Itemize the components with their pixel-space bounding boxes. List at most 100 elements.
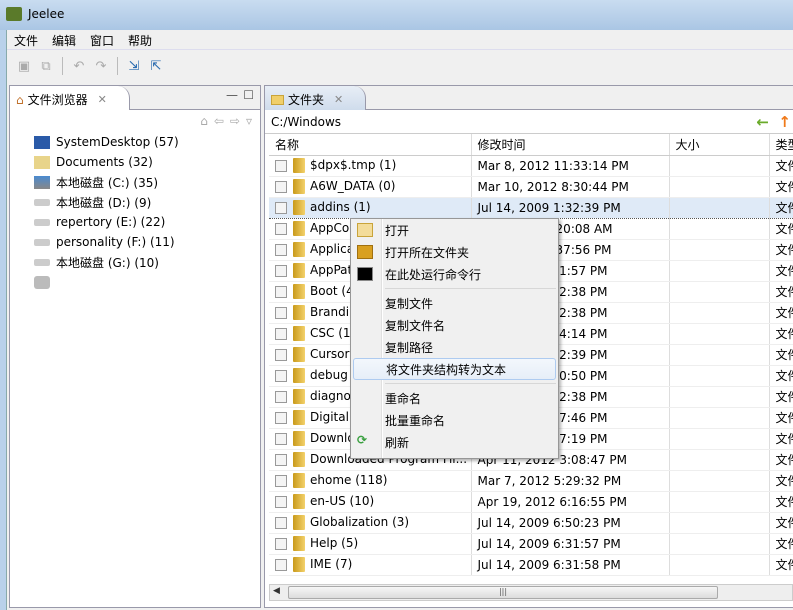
row-checkbox[interactable] bbox=[275, 495, 287, 508]
row-checkbox[interactable] bbox=[275, 537, 287, 550]
file-name: IME (7) bbox=[310, 557, 353, 571]
date-cell: Mar 7, 2012 5:29:32 PM bbox=[471, 470, 670, 492]
type-cell: 文件 bbox=[769, 281, 793, 303]
size-cell bbox=[669, 196, 770, 219]
row-checkbox[interactable] bbox=[275, 222, 287, 235]
tree-item[interactable]: repertory (E:) (22) bbox=[10, 212, 260, 232]
tab-file-browser[interactable]: ⌂ 文件浏览器 ✕ bbox=[10, 86, 130, 110]
save-icon[interactable]: ▣ bbox=[15, 57, 33, 75]
menu-item-copy-path[interactable]: 复制路径 bbox=[351, 336, 558, 358]
folder-icon bbox=[293, 473, 305, 488]
row-checkbox[interactable] bbox=[275, 411, 287, 424]
row-checkbox[interactable] bbox=[275, 474, 287, 487]
size-cell bbox=[669, 218, 770, 240]
table-row[interactable]: Globalization (3) Jul 14, 2009 6:50:23 PM… bbox=[269, 512, 793, 534]
up-arrow-icon[interactable]: ↑ bbox=[778, 113, 791, 131]
name-cell: IME (7) bbox=[269, 554, 472, 576]
table-row[interactable]: IME (7) Jul 14, 2009 6:31:58 PM 文件 bbox=[269, 554, 793, 576]
file-name: ehome (118) bbox=[310, 473, 388, 487]
menu-item-copy-filename[interactable]: 复制文件名 bbox=[351, 314, 558, 336]
tree-item[interactable]: SystemDesktop (57) bbox=[10, 132, 260, 152]
minimize-icon[interactable]: — bbox=[226, 88, 238, 102]
menu-item-cmd[interactable]: 在此处运行命令行 bbox=[351, 263, 558, 285]
row-checkbox[interactable] bbox=[275, 306, 287, 319]
undo-icon[interactable]: ↶ bbox=[70, 57, 88, 75]
close-icon[interactable]: ✕ bbox=[98, 93, 107, 106]
menu-item-open[interactable]: 打开 bbox=[351, 219, 558, 241]
home-nav-icon[interactable]: ⌂ bbox=[200, 114, 208, 128]
row-checkbox[interactable] bbox=[275, 327, 287, 340]
row-checkbox[interactable] bbox=[275, 558, 287, 571]
menu-edit[interactable]: 编辑 bbox=[45, 30, 83, 49]
address-bar: ← ↑ bbox=[265, 110, 793, 134]
import-icon[interactable]: ⇲ bbox=[125, 57, 143, 75]
row-checkbox[interactable] bbox=[275, 243, 287, 256]
horizontal-scrollbar[interactable]: ◀ ||| bbox=[269, 584, 793, 601]
menu-item-copy-file[interactable]: 复制文件 bbox=[351, 292, 558, 314]
menu-file[interactable]: 文件 bbox=[7, 30, 45, 49]
table-row[interactable]: addins (1) Jul 14, 2009 1:32:39 PM 文件 bbox=[269, 196, 793, 219]
back-arrow-icon[interactable]: ← bbox=[756, 113, 769, 131]
close-icon[interactable]: ✕ bbox=[334, 93, 343, 106]
row-checkbox[interactable] bbox=[275, 369, 287, 382]
table-row[interactable]: en-US (10) Apr 19, 2012 6:16:55 PM 文件 bbox=[269, 491, 793, 513]
tree-label: repertory (E:) (22) bbox=[56, 215, 166, 229]
tree-item[interactable]: Documents (32) bbox=[10, 152, 260, 172]
table-row[interactable]: Help (5) Jul 14, 2009 6:31:57 PM 文件 bbox=[269, 533, 793, 555]
column-size[interactable]: 大小 bbox=[669, 134, 770, 156]
row-checkbox[interactable] bbox=[275, 348, 287, 361]
tree-item[interactable]: 本地磁盘 (D:) (9) bbox=[10, 192, 260, 212]
maximize-icon[interactable]: ☐ bbox=[243, 88, 254, 102]
view-menu-icon[interactable]: ▿ bbox=[246, 114, 252, 128]
name-cell: en-US (10) bbox=[269, 491, 472, 513]
column-modified[interactable]: 修改时间 bbox=[471, 134, 670, 156]
type-cell: 文件 bbox=[769, 260, 793, 282]
row-checkbox[interactable] bbox=[275, 180, 287, 193]
save-all-icon[interactable]: ⧉ bbox=[37, 57, 55, 75]
type-cell: 文件 bbox=[769, 239, 793, 261]
type-cell: 文件 bbox=[769, 554, 793, 576]
type-cell: 文件 bbox=[769, 470, 793, 492]
row-checkbox[interactable] bbox=[275, 201, 287, 214]
row-checkbox[interactable] bbox=[275, 432, 287, 445]
tree-label: 本地磁盘 (D:) (9) bbox=[56, 195, 152, 210]
back-icon[interactable]: ⇦ bbox=[214, 114, 224, 128]
export-icon[interactable]: ⇱ bbox=[147, 57, 165, 75]
menu-item-open-containing[interactable]: 打开所在文件夹 bbox=[351, 241, 558, 263]
menu-item-rename[interactable]: 重命名 bbox=[351, 387, 558, 409]
table-row[interactable]: ehome (118) Mar 7, 2012 5:29:32 PM 文件 bbox=[269, 470, 793, 492]
menu-item-batch-rename[interactable]: 批量重命名 bbox=[351, 409, 558, 431]
folder-icon bbox=[293, 263, 305, 278]
forward-icon[interactable]: ⇨ bbox=[230, 114, 240, 128]
path-input[interactable] bbox=[265, 114, 745, 129]
row-checkbox[interactable] bbox=[275, 516, 287, 529]
folder-icon bbox=[293, 452, 305, 467]
column-type[interactable]: 类型 bbox=[769, 134, 793, 156]
size-cell bbox=[669, 449, 770, 471]
tree-item[interactable]: personality (F:) (11) bbox=[10, 232, 260, 252]
tab-folder[interactable]: 文件夹 ✕ bbox=[265, 86, 367, 110]
row-checkbox[interactable] bbox=[275, 264, 287, 277]
row-checkbox[interactable] bbox=[275, 285, 287, 298]
menu-window[interactable]: 窗口 bbox=[83, 30, 121, 49]
redo-icon[interactable]: ↷ bbox=[92, 57, 110, 75]
title-bar: Jeelee bbox=[0, 0, 793, 30]
column-name[interactable]: 名称 bbox=[269, 134, 472, 156]
scroll-left-icon[interactable]: ◀ bbox=[273, 586, 280, 596]
tree-item[interactable] bbox=[10, 272, 260, 292]
row-checkbox[interactable] bbox=[275, 159, 287, 172]
menu-help[interactable]: 帮助 bbox=[121, 30, 159, 49]
menu-item-folder-to-text[interactable]: 将文件夹结构转为文本 bbox=[353, 358, 556, 380]
row-checkbox[interactable] bbox=[275, 453, 287, 466]
table-row[interactable]: A6W_DATA (0) Mar 10, 2012 8:30:44 PM 文件 bbox=[269, 176, 793, 198]
row-checkbox[interactable] bbox=[275, 390, 287, 403]
type-cell: 文件 bbox=[769, 176, 793, 198]
tree-item[interactable]: 本地磁盘 (G:) (10) bbox=[10, 252, 260, 272]
folder-icon bbox=[293, 158, 305, 173]
table-row[interactable]: $dpx$.tmp (1) Mar 8, 2012 11:33:14 PM 文件 bbox=[269, 155, 793, 177]
menu-item-refresh[interactable]: ⟳ 刷新 bbox=[351, 431, 558, 453]
type-cell: 文件 bbox=[769, 428, 793, 450]
tree-item[interactable]: 本地磁盘 (C:) (35) bbox=[10, 172, 260, 192]
scrollbar-thumb[interactable]: ||| bbox=[288, 586, 718, 599]
tree-label: personality (F:) (11) bbox=[56, 235, 175, 249]
